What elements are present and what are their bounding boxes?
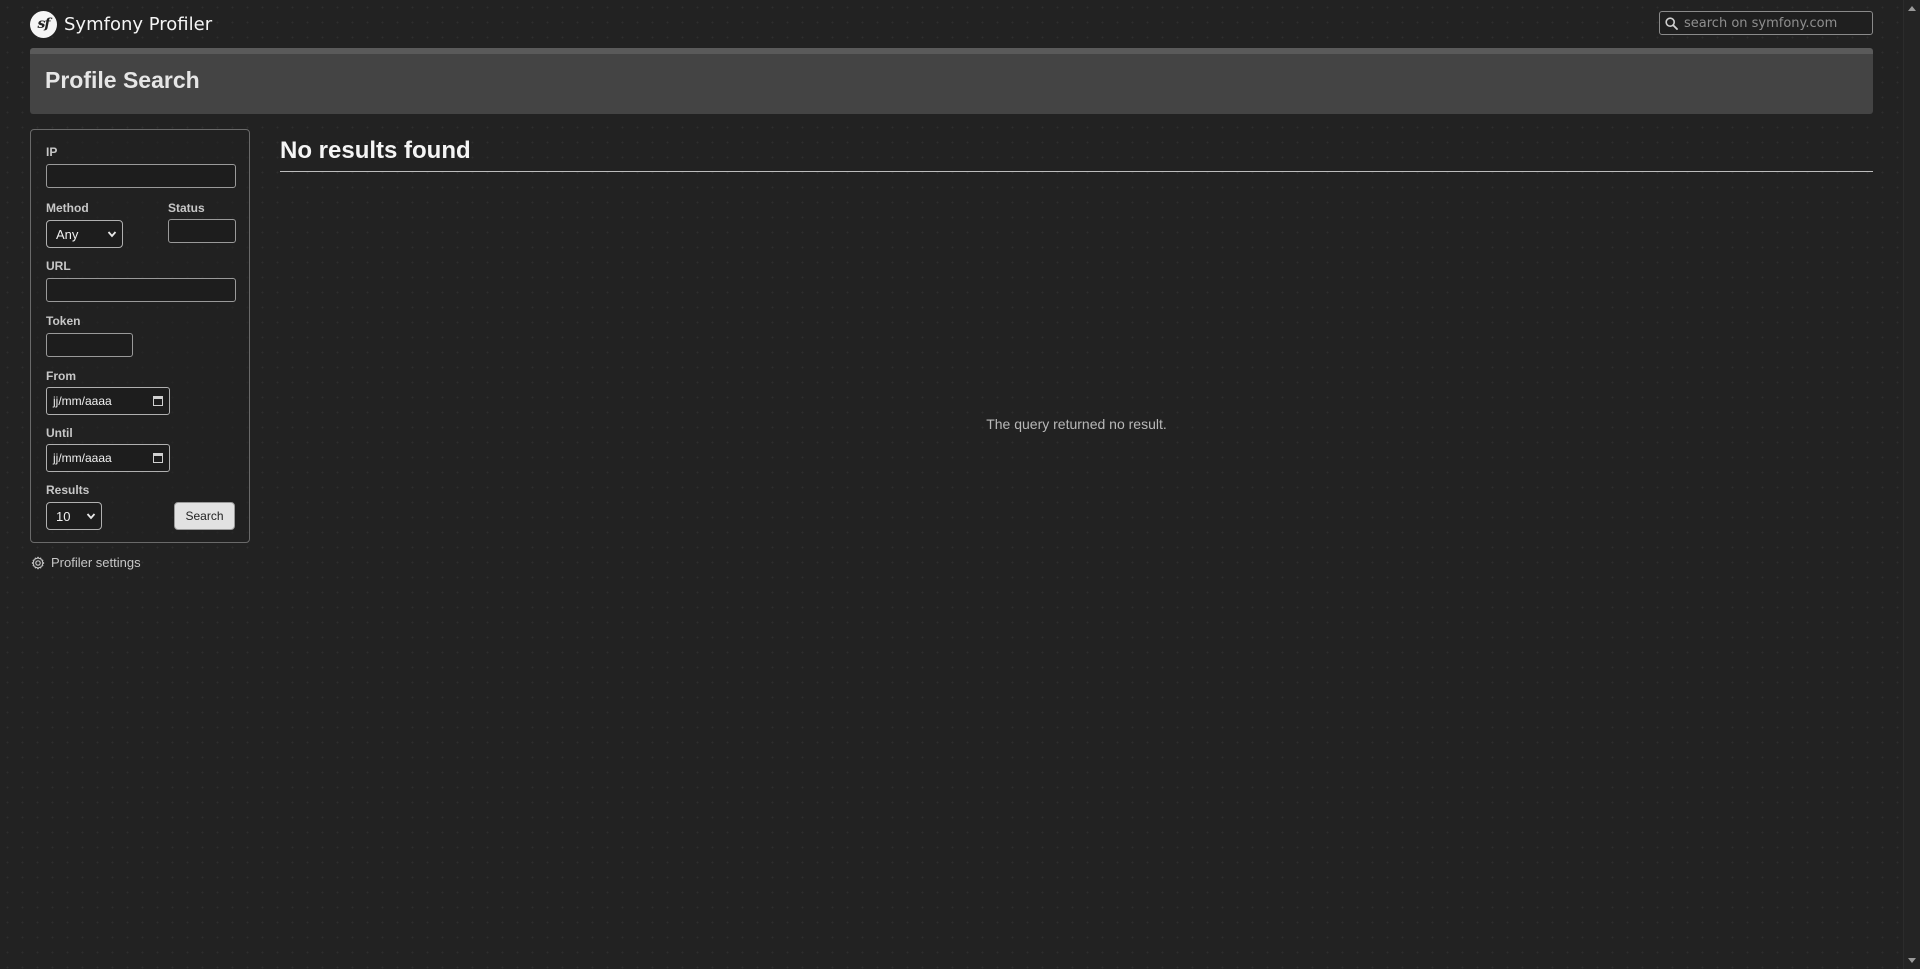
site-search-input[interactable] — [1684, 15, 1864, 31]
calendar-icon[interactable] — [153, 453, 163, 463]
status-input[interactable] — [168, 219, 236, 243]
results-select-value: 10 — [56, 508, 71, 524]
results-select[interactable]: 10 — [46, 502, 102, 530]
from-date-input[interactable]: jj/mm/aaaa — [46, 387, 170, 415]
page-title: Profile Search — [45, 67, 200, 93]
chevron-down-icon — [107, 231, 117, 238]
calendar-icon[interactable] — [153, 396, 163, 406]
ip-input[interactable] — [46, 164, 236, 188]
method-label: Method — [46, 201, 89, 215]
brand-title: Symfony Profiler — [64, 13, 213, 35]
status-label: Status — [168, 201, 205, 215]
search-form: IP Method Any Status URL Token From jj/m… — [30, 129, 250, 543]
ip-label: IP — [46, 145, 58, 159]
url-label: URL — [46, 259, 71, 273]
header: sf Symfony Profiler — [30, 10, 1873, 38]
results-heading: No results found — [280, 129, 1873, 172]
scroll-up-icon[interactable] — [1908, 6, 1916, 11]
method-select[interactable]: Any — [46, 220, 123, 248]
site-search[interactable] — [1659, 11, 1873, 35]
search-icon — [1665, 16, 1678, 30]
until-label: Until — [46, 426, 73, 440]
from-label: From — [46, 369, 76, 383]
empty-message: The query returned no result. — [986, 416, 1167, 432]
profiler-settings-link[interactable]: Profiler settings — [31, 555, 141, 570]
token-input[interactable] — [46, 333, 133, 357]
search-button[interactable]: Search — [174, 502, 235, 530]
summary-bar: Profile Search — [30, 48, 1873, 114]
token-label: Token — [46, 314, 81, 328]
symfony-logo-icon: sf — [30, 10, 57, 38]
from-date-value: jj/mm/aaaa — [53, 394, 112, 408]
profiler-settings-label: Profiler settings — [51, 555, 141, 570]
brand[interactable]: sf Symfony Profiler — [30, 10, 212, 38]
vertical-scrollbar[interactable] — [1903, 0, 1920, 969]
method-select-value: Any — [56, 226, 79, 242]
profiler-page: sf Symfony Profiler Profile Search IP Me… — [0, 0, 1903, 969]
url-input[interactable] — [46, 278, 236, 302]
until-date-input[interactable]: jj/mm/aaaa — [46, 444, 170, 472]
chevron-down-icon — [86, 513, 96, 520]
results-label: Results — [46, 483, 90, 497]
scroll-down-icon[interactable] — [1908, 958, 1916, 963]
gear-icon — [31, 556, 45, 569]
until-date-value: jj/mm/aaaa — [53, 451, 112, 465]
main-content: No results found The query returned no r… — [280, 129, 1873, 432]
